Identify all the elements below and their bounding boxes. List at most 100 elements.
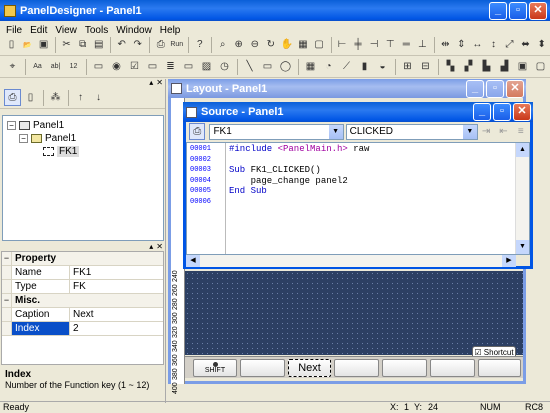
check-icon[interactable]: ☑: [126, 58, 143, 75]
align-left-icon[interactable]: ⊢: [334, 36, 349, 53]
property-value[interactable]: 2: [70, 322, 163, 335]
label-icon[interactable]: ab|: [47, 58, 64, 75]
source-minimize-button[interactable]: _: [473, 103, 491, 121]
back-icon[interactable]: ▞: [460, 58, 477, 75]
page-icon[interactable]: ▯: [22, 89, 39, 106]
source-maximize-button[interactable]: ▫: [493, 103, 511, 121]
panel-close-icon[interactable]: ✕: [156, 243, 163, 251]
grid-icon[interactable]: ▦: [295, 36, 310, 53]
combo-icon[interactable]: ▭: [144, 58, 161, 75]
zoom-out-icon[interactable]: ⊖: [247, 36, 262, 53]
tree-item-root[interactable]: Panel1: [33, 120, 64, 131]
collapse-icon[interactable]: −: [2, 252, 12, 265]
move-down-icon[interactable]: ↓: [90, 89, 107, 106]
backward-icon[interactable]: ▟: [496, 58, 513, 75]
vertical-scrollbar[interactable]: ▲ ▼: [515, 143, 529, 254]
property-value[interactable]: FK: [70, 280, 163, 293]
layout-view-icon[interactable]: ⎙: [4, 89, 21, 106]
pin-icon[interactable]: ▴: [149, 79, 153, 87]
scroll-right-icon[interactable]: ▶: [502, 255, 516, 267]
edit-icon[interactable]: ▭: [180, 58, 197, 75]
same-height-icon[interactable]: ↕: [486, 36, 501, 53]
horizontal-scrollbar[interactable]: ◀ ▶: [186, 255, 516, 267]
align-bottom-icon[interactable]: ⊥: [415, 36, 430, 53]
space-v-icon[interactable]: ⇕: [454, 36, 469, 53]
redo-icon[interactable]: ↷: [130, 36, 145, 53]
scroll-down-icon[interactable]: ▼: [516, 240, 529, 254]
rotate-icon[interactable]: ↻: [263, 36, 278, 53]
space-h-icon[interactable]: ⇹: [438, 36, 453, 53]
table-icon[interactable]: ▦: [302, 58, 319, 75]
object-select[interactable]: FK1 ▼: [209, 123, 344, 140]
undo-icon[interactable]: ↶: [114, 36, 129, 53]
cut-icon[interactable]: ✂: [59, 36, 74, 53]
list-icon[interactable]: ≣: [162, 58, 179, 75]
group-icon[interactable]: ⊞: [399, 58, 416, 75]
new-icon[interactable]: ▯: [4, 36, 19, 53]
button-icon[interactable]: ▭: [90, 58, 107, 75]
center-h-icon[interactable]: ⬌: [518, 36, 533, 53]
front-icon[interactable]: ▚: [442, 58, 459, 75]
align-top-icon[interactable]: ⊤: [383, 36, 398, 53]
source-title-bar[interactable]: Source - Panel1 _ ▫ ✕: [183, 102, 533, 122]
outdent-icon[interactable]: ⇤: [495, 123, 511, 140]
same-size-icon[interactable]: ⤢: [502, 36, 517, 53]
ungroup-icon[interactable]: ⊟: [417, 58, 434, 75]
image-icon[interactable]: ▨: [198, 58, 215, 75]
panel-canvas[interactable]: [185, 271, 523, 355]
fkey-next[interactable]: Next: [288, 359, 331, 377]
align-middle-icon[interactable]: ═: [399, 36, 414, 53]
app-title-bar[interactable]: PanelDesigner - Panel1 _ ▫ ✕: [0, 0, 550, 21]
property-row[interactable]: Caption Next: [2, 308, 163, 322]
rect-icon[interactable]: ▭: [259, 58, 276, 75]
open-icon[interactable]: 📂: [20, 36, 35, 53]
fkey-empty[interactable]: [382, 359, 427, 377]
help-icon[interactable]: ?: [192, 36, 207, 53]
lock-icon[interactable]: ▣: [514, 58, 531, 75]
property-row[interactable]: Name FK1: [2, 266, 163, 280]
zoom-icon[interactable]: ⌕: [215, 36, 230, 53]
same-width-icon[interactable]: ↔: [470, 36, 485, 53]
timer-icon[interactable]: ◷: [216, 58, 233, 75]
center-v-icon[interactable]: ⬍: [534, 36, 549, 53]
minimize-button[interactable]: _: [489, 1, 507, 20]
save-icon[interactable]: ▣: [36, 36, 51, 53]
layout-maximize-button[interactable]: ▫: [486, 79, 504, 98]
unlock-icon[interactable]: ▢: [532, 58, 549, 75]
event-select[interactable]: CLICKED ▼: [345, 123, 478, 140]
collapse-icon[interactable]: −: [19, 134, 28, 143]
indent-icon[interactable]: ⇥: [478, 123, 494, 140]
align-center-icon[interactable]: ╪: [351, 36, 366, 53]
property-value[interactable]: Next: [70, 308, 163, 321]
comment-icon[interactable]: ≡: [513, 123, 529, 140]
tree-item-page[interactable]: Panel1: [45, 133, 76, 144]
radio-icon[interactable]: ◉: [108, 58, 125, 75]
fkey-empty[interactable]: [240, 359, 285, 377]
bar-icon[interactable]: ▮: [356, 58, 373, 75]
source-close-button[interactable]: ✕: [513, 103, 531, 121]
code-editor[interactable]: 00001 00002 00003 00004 00005 00006 #include …: [186, 142, 530, 255]
layout-title-bar[interactable]: Layout - Panel1 _ ▫ ✕: [168, 79, 526, 98]
forward-icon[interactable]: ▙: [478, 58, 495, 75]
layout-close-button[interactable]: ✕: [506, 79, 524, 98]
move-up-icon[interactable]: ↑: [72, 89, 89, 106]
copy-icon[interactable]: ⧉: [75, 36, 90, 53]
panel-close-icon[interactable]: ✕: [156, 79, 163, 87]
property-value[interactable]: FK1: [70, 266, 163, 279]
property-group[interactable]: − Property: [2, 252, 163, 266]
fkey-empty[interactable]: [334, 359, 379, 377]
chevron-down-icon[interactable]: ▼: [462, 124, 477, 139]
paste-icon[interactable]: ▤: [91, 36, 106, 53]
collapse-icon[interactable]: −: [2, 294, 12, 307]
gauge-icon[interactable]: ◒: [374, 58, 391, 75]
run-icon[interactable]: Run: [169, 36, 184, 53]
scroll-up-icon[interactable]: ▲: [516, 143, 529, 157]
scroll-left-icon[interactable]: ◀: [186, 255, 200, 267]
property-row[interactable]: Type FK: [2, 280, 163, 294]
fkey-empty[interactable]: [478, 359, 521, 377]
fkey-shift[interactable]: SHIFT: [193, 359, 237, 377]
number-icon[interactable]: 12: [65, 58, 82, 75]
line-icon[interactable]: ╲: [241, 58, 258, 75]
trend-icon[interactable]: ⟋: [338, 58, 355, 75]
object-view-icon[interactable]: ⎙: [189, 123, 206, 140]
